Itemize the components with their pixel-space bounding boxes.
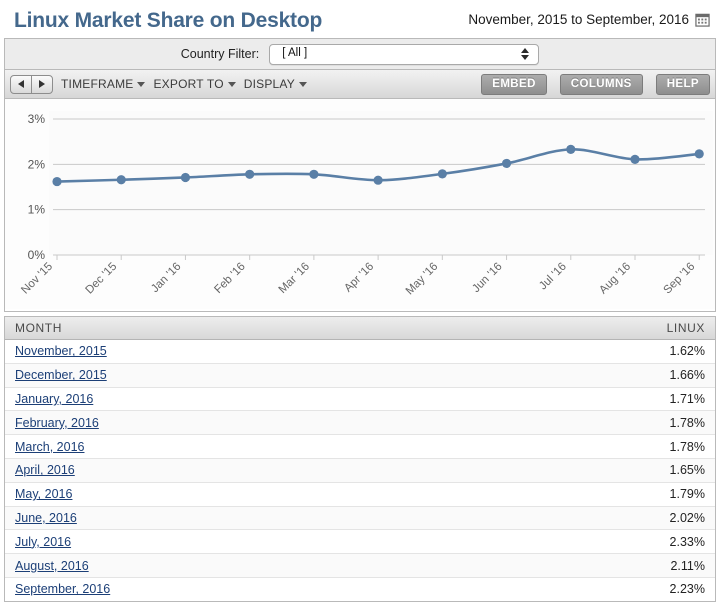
menu-timeframe[interactable]: TIMEFRAME bbox=[61, 77, 145, 91]
data-point[interactable]: Nov '15: 1.62% bbox=[52, 177, 61, 186]
table-cell-value: 2.11% bbox=[360, 554, 715, 578]
table-cell-value: 1.71% bbox=[360, 387, 715, 411]
column-header-linux[interactable]: LINUX bbox=[360, 317, 715, 340]
data-table: MONTH LINUX November, 20151.62%December,… bbox=[5, 317, 715, 601]
table-cell-month: April, 2016 bbox=[5, 458, 360, 482]
select-stepper-icon bbox=[518, 48, 532, 60]
table-row: August, 2016 2.11% bbox=[5, 554, 715, 578]
embed-button[interactable]: EMBED bbox=[481, 74, 547, 95]
table-cell-month: January, 2016 bbox=[5, 387, 360, 411]
table-cell-value: 1.66% bbox=[360, 363, 715, 387]
menu-timeframe-label: TIMEFRAME bbox=[61, 77, 133, 91]
table-cell-value: 2.23% bbox=[360, 577, 715, 600]
country-filter-select[interactable]: [ All ] bbox=[269, 44, 539, 65]
table-row: January, 2016 1.71% bbox=[5, 387, 715, 411]
arrow-right-icon[interactable] bbox=[31, 76, 52, 93]
table-cell-month: March, 2016 bbox=[5, 435, 360, 459]
y-axis-tick-label: 2% bbox=[28, 157, 46, 171]
y-axis-tick-label: 0% bbox=[28, 248, 46, 262]
menu-export-to-label: EXPORT TO bbox=[153, 77, 223, 91]
table-row: November, 2015 1.62% bbox=[5, 340, 715, 364]
month-link[interactable]: November, 2015 bbox=[15, 344, 107, 358]
arrow-left-icon[interactable] bbox=[11, 76, 31, 93]
data-point[interactable]: Dec '15: 1.66% bbox=[117, 175, 126, 184]
table-cell-value: 1.78% bbox=[360, 411, 715, 435]
month-link[interactable]: May, 2016 bbox=[15, 487, 72, 501]
data-point[interactable]: Apr '16: 1.65% bbox=[374, 176, 383, 185]
chevron-down-icon bbox=[137, 82, 145, 87]
date-range-label: November, 2015 to September, 2016 bbox=[468, 12, 689, 27]
month-link[interactable]: February, 2016 bbox=[15, 416, 99, 430]
chevron-down-icon bbox=[228, 82, 236, 87]
table-row: March, 2016 1.78% bbox=[5, 435, 715, 459]
country-filter-value: [ All ] bbox=[270, 48, 518, 60]
table-row: February, 2016 1.78% bbox=[5, 411, 715, 435]
y-axis-tick-label: 3% bbox=[28, 112, 46, 126]
table-cell-month: May, 2016 bbox=[5, 482, 360, 506]
calendar-icon[interactable] bbox=[695, 12, 710, 27]
table-cell-month: June, 2016 bbox=[5, 506, 360, 530]
columns-button[interactable]: COLUMNS bbox=[560, 74, 643, 95]
line-chart: 0%1%2%3%Nov '15Dec '15Jan '16Feb '16Mar … bbox=[5, 99, 715, 309]
table-cell-month: December, 2015 bbox=[5, 363, 360, 387]
month-link[interactable]: June, 2016 bbox=[15, 511, 77, 525]
data-point[interactable]: Aug '16: 2.11% bbox=[630, 155, 639, 164]
table-cell-month: September, 2016 bbox=[5, 577, 360, 600]
menu-display-label: DISPLAY bbox=[244, 77, 295, 91]
page-header: Linux Market Share on Desktop November, … bbox=[0, 0, 720, 38]
date-range-control[interactable]: November, 2015 to September, 2016 bbox=[468, 12, 710, 27]
data-point[interactable]: May '16: 1.79% bbox=[438, 169, 447, 178]
table-cell-month: August, 2016 bbox=[5, 554, 360, 578]
month-link[interactable]: September, 2016 bbox=[15, 582, 110, 596]
page-title: Linux Market Share on Desktop bbox=[14, 8, 322, 31]
month-link[interactable]: August, 2016 bbox=[15, 559, 89, 573]
data-point[interactable]: Mar '16: 1.78% bbox=[309, 170, 318, 179]
table-cell-value: 1.78% bbox=[360, 435, 715, 459]
data-point[interactable]: Jul '16: 2.33% bbox=[566, 145, 575, 154]
chart-toolbar: TIMEFRAME EXPORT TO DISPLAY EMBED COLUMN… bbox=[4, 69, 716, 99]
month-link[interactable]: December, 2015 bbox=[15, 368, 107, 382]
data-point[interactable]: Sep '16: 2.23% bbox=[695, 149, 704, 158]
table-body: November, 20151.62%December, 20151.66%Ja… bbox=[5, 340, 715, 601]
table-row: May, 2016 1.79% bbox=[5, 482, 715, 506]
table-row: June, 2016 2.02% bbox=[5, 506, 715, 530]
column-header-month[interactable]: MONTH bbox=[5, 317, 360, 340]
chevron-down-icon bbox=[299, 82, 307, 87]
menu-export-to[interactable]: EXPORT TO bbox=[153, 77, 235, 91]
country-filter-bar: Country Filter: [ All ] bbox=[4, 38, 716, 69]
month-link[interactable]: March, 2016 bbox=[15, 440, 84, 454]
data-point[interactable]: Jan '16: 1.71% bbox=[181, 173, 190, 182]
chart-panel: 0%1%2%3%Nov '15Dec '15Jan '16Feb '16Mar … bbox=[4, 99, 716, 312]
y-axis-tick-label: 1% bbox=[28, 203, 46, 217]
help-button[interactable]: HELP bbox=[656, 74, 710, 95]
table-header-row: MONTH LINUX bbox=[5, 317, 715, 340]
table-row: April, 2016 1.65% bbox=[5, 458, 715, 482]
menu-display[interactable]: DISPLAY bbox=[244, 77, 307, 91]
table-cell-month: November, 2015 bbox=[5, 340, 360, 364]
data-point[interactable]: Feb '16: 1.78% bbox=[245, 170, 254, 179]
data-table-container: MONTH LINUX November, 20151.62%December,… bbox=[4, 316, 716, 602]
table-cell-value: 1.65% bbox=[360, 458, 715, 482]
month-link[interactable]: July, 2016 bbox=[15, 535, 71, 549]
prev-next-control[interactable] bbox=[10, 75, 53, 94]
data-point[interactable]: Jun '16: 2.02% bbox=[502, 159, 511, 168]
table-row: September, 2016 2.23% bbox=[5, 577, 715, 600]
table-row: December, 2015 1.66% bbox=[5, 363, 715, 387]
table-cell-value: 1.79% bbox=[360, 482, 715, 506]
month-link[interactable]: April, 2016 bbox=[15, 463, 75, 477]
table-row: July, 2016 2.33% bbox=[5, 530, 715, 554]
table-cell-value: 2.02% bbox=[360, 506, 715, 530]
table-cell-month: February, 2016 bbox=[5, 411, 360, 435]
month-link[interactable]: January, 2016 bbox=[15, 392, 93, 406]
table-cell-value: 2.33% bbox=[360, 530, 715, 554]
country-filter-label: Country Filter: bbox=[181, 47, 260, 61]
app-root: Linux Market Share on Desktop November, … bbox=[0, 0, 720, 606]
table-cell-value: 1.62% bbox=[360, 340, 715, 364]
table-cell-month: July, 2016 bbox=[5, 530, 360, 554]
